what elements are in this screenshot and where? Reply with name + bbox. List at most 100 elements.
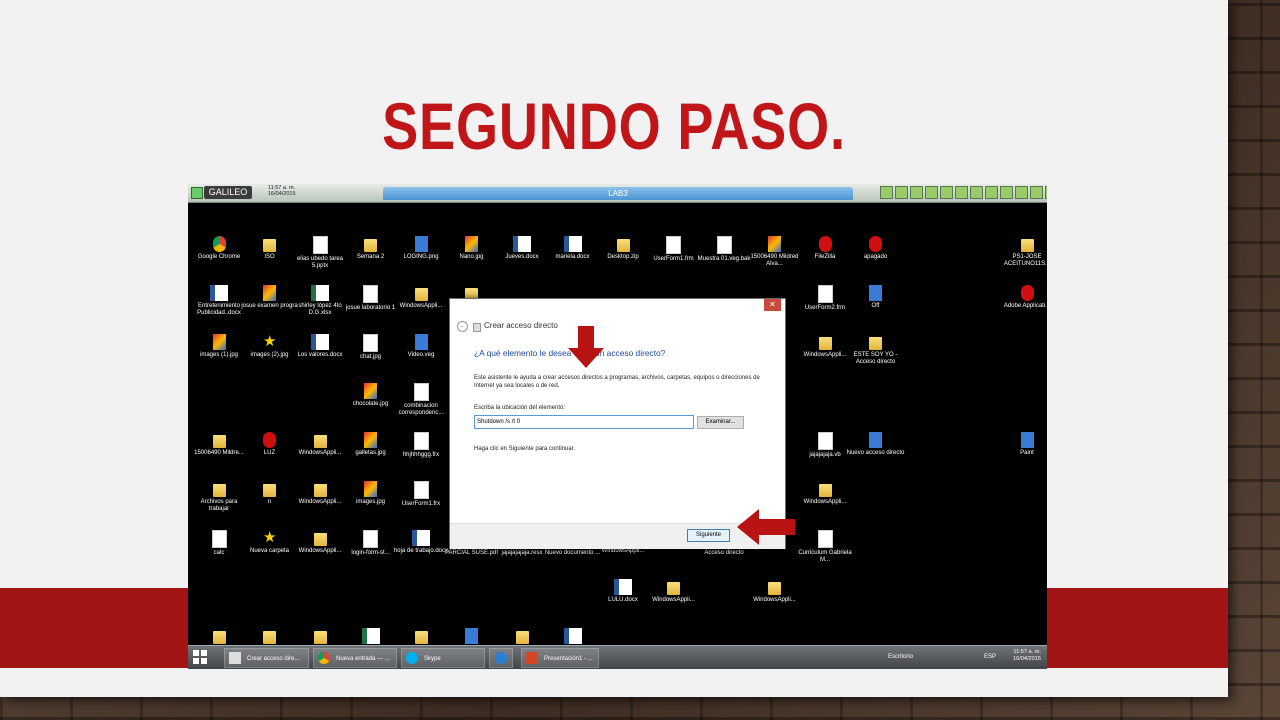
desktop-icon[interactable]: Los valores.docx [291, 334, 349, 359]
taskbar-clock[interactable]: 11:57 a. m. 16/04/2015 [1013, 649, 1041, 663]
desktop-icon[interactable]: Nano.jpg [443, 236, 501, 261]
desktop-icon[interactable]: LOGING.png [392, 236, 450, 261]
desktop-icon[interactable]: calc [190, 530, 248, 557]
desktop-icon[interactable]: combinacion correspondenc... [392, 383, 450, 417]
taskbar-item-chrome[interactable]: Nueva entrada --- ... [313, 648, 397, 668]
desktop-icon[interactable]: WindowsAppli... [291, 481, 349, 506]
desktop-icon[interactable]: LUZ [241, 432, 299, 457]
desktop-icon-label: PARCIAL SUSE.pdf [444, 550, 499, 556]
desktop-icon[interactable]: Off [847, 285, 905, 310]
network-icon[interactable] [985, 186, 998, 199]
desktop-icon[interactable]: ISO [241, 236, 299, 261]
desktop-icon[interactable]: images.jpg [342, 481, 400, 506]
desktop-icon[interactable]: chocolate.jpg [342, 383, 400, 408]
browse-button[interactable]: Examinar... [697, 416, 744, 429]
desktop-icon[interactable]: WindowsAppli... [291, 530, 349, 555]
remote-tab[interactable]: LAB3 [383, 187, 853, 200]
desktop-icon[interactable]: PS1-JOSE ACEITUNO11S... [998, 236, 1047, 268]
desktop-icon[interactable]: josue examen progra [241, 285, 299, 310]
desktop-icon[interactable]: Entretenimiento Publicidad..docx [190, 285, 248, 317]
monitor-icon[interactable] [880, 186, 893, 199]
close-icon[interactable]: ✕ [764, 299, 781, 311]
desktop-icon[interactable]: chat.jpg [342, 334, 400, 361]
desktop-icon[interactable]: Curriculum Gabriela M... [796, 530, 854, 564]
desktop-icon[interactable]: Video.veg [392, 334, 450, 359]
slide-title: SEGUNDO PASO. [382, 89, 846, 163]
screen-icon[interactable] [970, 186, 983, 199]
desktop-icon[interactable]: Semana 2 [342, 236, 400, 261]
desktop-icon[interactable]: Paint [998, 432, 1047, 457]
chart-icon[interactable] [895, 186, 908, 199]
taskbar-item-skype[interactable]: Skype [401, 648, 485, 668]
desktop-icon-label: UserForm2.frm [804, 305, 846, 311]
desktop-icon[interactable]: Google Chrome [190, 236, 248, 261]
desktop-icon[interactable]: Muestra 01.veg.bak [695, 236, 753, 263]
desktop-toolbar-label[interactable]: Escritorio [888, 654, 913, 660]
desktop-icon-label: images (2).jpg [250, 352, 289, 358]
desktop-icon[interactable]: n [241, 481, 299, 506]
desktop-icon[interactable]: mariela.docx [544, 236, 602, 261]
desktop-icon[interactable]: hhjhhhggg.frx [392, 432, 450, 459]
folder-icon [616, 239, 630, 252]
desktop-icon[interactable]: hoja de trabajo.docx [392, 530, 450, 555]
desktop-icon[interactable]: Nuevo acceso directo [847, 432, 905, 457]
language-indicator[interactable]: ESP [984, 654, 996, 660]
desktop-icon[interactable]: 15006490 Mildre... [190, 432, 248, 457]
settings-icon[interactable] [1045, 186, 1047, 199]
session-toolbar [880, 186, 1047, 199]
desktop-icon[interactable]: FileZilla [796, 236, 854, 261]
desktop-icon-label: WindowsAppli... [803, 499, 847, 505]
desktop-icon[interactable]: 15006490 Mildred Alva... [746, 236, 804, 268]
back-arrow-icon[interactable]: ← [457, 321, 468, 332]
desktop-icon[interactable]: WindowsAppli... [392, 285, 450, 310]
desktop-icon[interactable]: ★ images (2).jpg [241, 334, 299, 359]
doc-icon [817, 432, 833, 450]
desktop-icon[interactable]: WindowsAppli... [746, 579, 804, 604]
desktop-icon[interactable]: Archivos para trabajar [190, 481, 248, 513]
folder-icon[interactable] [1030, 186, 1043, 199]
desktop-icon-label: LUZ [263, 450, 276, 456]
desktop-icon[interactable]: login-form-st... [342, 530, 400, 557]
desktop-icon[interactable]: UserForm1.frx [392, 481, 450, 508]
desktop-icon-label: apagado [863, 254, 888, 260]
next-button[interactable]: Siguiente [687, 529, 730, 542]
location-input[interactable]: Shutdown /s /t 0 [474, 415, 694, 429]
desktop-icon[interactable]: WindowsAppli... [796, 334, 854, 359]
desktop-icon[interactable]: elias ubedo tarea 5.pptx [291, 236, 349, 270]
taskbar-item-powerpoint[interactable]: Presentación1 - ... [521, 648, 599, 668]
desktop-icon-label: Video.veg [407, 352, 435, 358]
device-icon[interactable] [940, 186, 953, 199]
host-label[interactable]: GALILEO [204, 186, 252, 199]
computer-icon[interactable] [955, 186, 968, 199]
desktop-icon[interactable]: images (1).jpg [190, 334, 248, 359]
img-icon [364, 383, 377, 399]
desktop-icon[interactable]: galletas.jpg [342, 432, 400, 457]
desktop-icon[interactable]: Jueves.docx [493, 236, 551, 261]
doc-icon [312, 236, 328, 254]
graph-icon[interactable] [910, 186, 923, 199]
desktop-icon[interactable]: WindowsAppli... [645, 579, 703, 604]
taskbar-item-internet-explorer[interactable] [489, 648, 513, 668]
desktop-icon[interactable]: ESTE SOY YO - Acceso directo [847, 334, 905, 366]
start-button[interactable] [193, 650, 207, 664]
desktop-icon-label: Google Chrome [197, 254, 241, 260]
desktop-icon[interactable]: UserForm2.frm [796, 285, 854, 312]
window-icon[interactable] [1015, 186, 1028, 199]
desktop-icon[interactable]: Adobe Applicati... [998, 285, 1047, 310]
desktop-icon[interactable]: jajajajaja.vb [796, 432, 854, 459]
document-icon[interactable] [1000, 186, 1013, 199]
desktop-icon[interactable]: josue laboratorio 1 [342, 285, 400, 312]
desktop-icon-label: Nueva carpeta [249, 548, 290, 554]
doc-icon [363, 530, 378, 548]
desktop-icon[interactable]: WindowsAppli... [796, 481, 854, 506]
desktop-icon[interactable]: ★ Nueva carpeta [241, 530, 299, 555]
desktop-icon[interactable]: WindowsAppli... [291, 432, 349, 457]
printer-icon[interactable] [925, 186, 938, 199]
desktop-icon[interactable]: shirley lópez 4to D.G.xlsx [291, 285, 349, 317]
desktop-icon[interactable]: apagado [847, 236, 905, 261]
desktop-icon[interactable]: LULU.docx [594, 579, 652, 604]
desktop-icon[interactable]: Desktop.zip [594, 236, 652, 261]
taskbar-item-create-shortcut[interactable]: Crear acceso dire... [224, 648, 309, 668]
folder-icon [414, 288, 428, 301]
desktop-icon[interactable]: UserForm1.frm [645, 236, 703, 263]
